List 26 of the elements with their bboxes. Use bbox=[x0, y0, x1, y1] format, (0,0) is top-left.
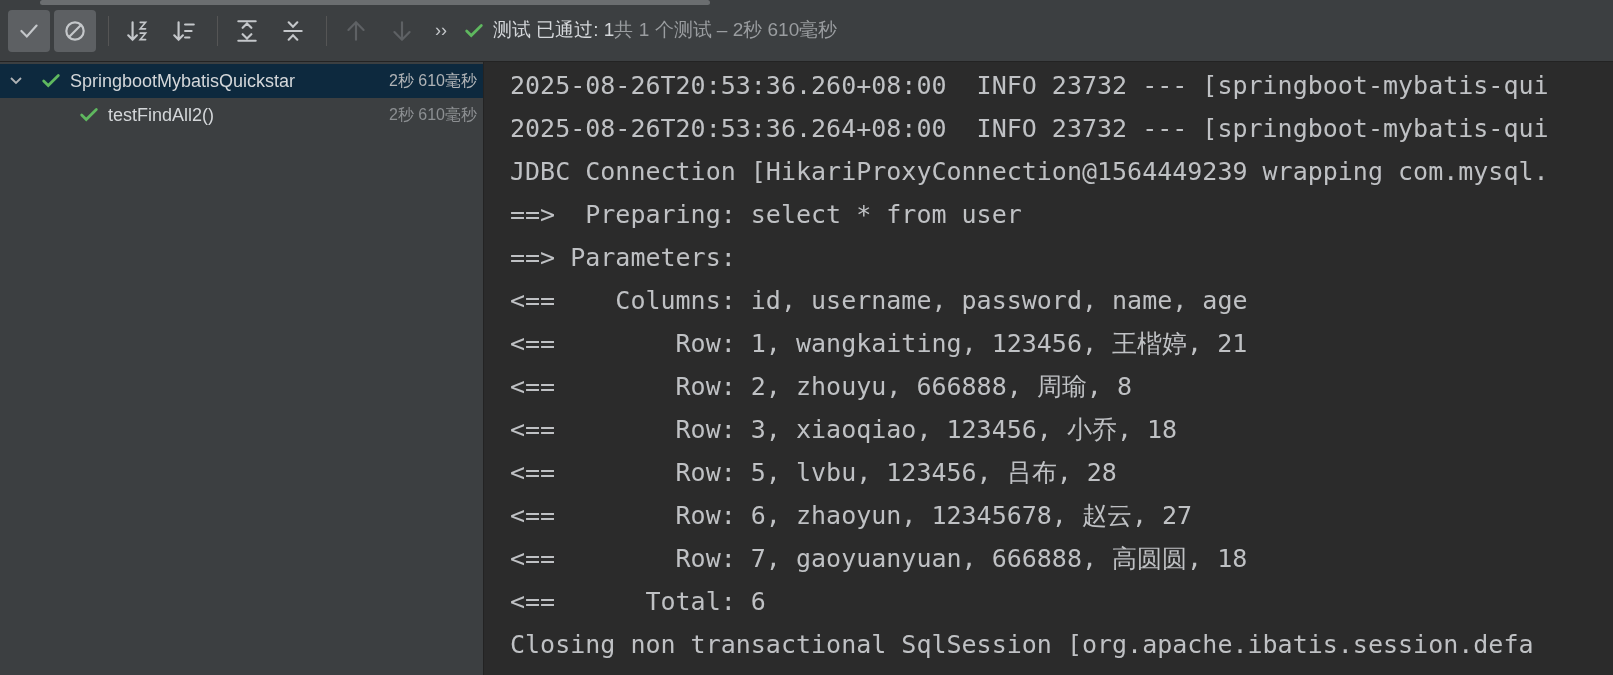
duration-text: 2秒 610毫秒 bbox=[388, 105, 478, 125]
console-line: <== Row: 7, gaoyuanyuan, 666888, 高圆圆, 18 bbox=[510, 543, 1248, 575]
more-button[interactable]: ›› bbox=[435, 17, 447, 44]
console-line: <== Columns: id, username, password, name, age bbox=[510, 285, 1248, 317]
console-line: 2025-08-26T20:53:36.260+08:00 INFO 23732 --- [springboot-mybatis-qui bbox=[510, 70, 1549, 102]
tree-label: SpringbootMybatisQuickstar bbox=[70, 69, 296, 93]
status-text: 测试 已通过: 1 bbox=[493, 18, 615, 43]
toolbar-button[interactable] bbox=[54, 9, 96, 52]
console-line: <== Row: 3, xiaoqiao, 123456, 小乔, 18 bbox=[510, 414, 1178, 446]
expand-all-icon bbox=[234, 17, 260, 44]
console-line: <== Total: 6 bbox=[510, 586, 766, 618]
status-summary: 共 1 个测试 – 2秒 610毫秒 bbox=[614, 18, 838, 43]
tree-row[interactable]: SpringbootMybatisQuickstar 2秒 610毫秒 bbox=[0, 64, 483, 98]
console-line: <== Row: 5, lvbu, 123456, 吕布, 28 bbox=[510, 457, 1117, 489]
toolbar-button[interactable] bbox=[8, 9, 50, 52]
console-line: 2025-08-26T20:53:36.264+08:00 INFO 23732 --- [springboot-mybatis-qui bbox=[510, 113, 1549, 145]
console-line: ==> Parameters: bbox=[510, 242, 737, 274]
console-line: ==> Preparing: select * from user bbox=[510, 199, 1022, 231]
console-line: JDBC Connection [HikariProxyConnection@1564449239 wrapping com.mysql. bbox=[510, 156, 1549, 188]
console-line: Closing non transactional SqlSession [org.apache.ibatis.session.defa bbox=[510, 629, 1534, 661]
tree-label: testFindAll2() bbox=[108, 103, 215, 127]
console-line: <== Row: 6, zhaoyun, 12345678, 赵云, 27 bbox=[510, 500, 1193, 532]
tree-row[interactable]: testFindAll2() 2秒 610毫秒 bbox=[0, 98, 483, 132]
duration-text: 2秒 610毫秒 bbox=[388, 71, 478, 91]
console-line: <== Row: 1, wangkaiting, 123456, 王楷婷, 21 bbox=[510, 328, 1248, 360]
console-line: <== Row: 2, zhouyu, 666888, 周瑜, 8 bbox=[510, 371, 1132, 403]
